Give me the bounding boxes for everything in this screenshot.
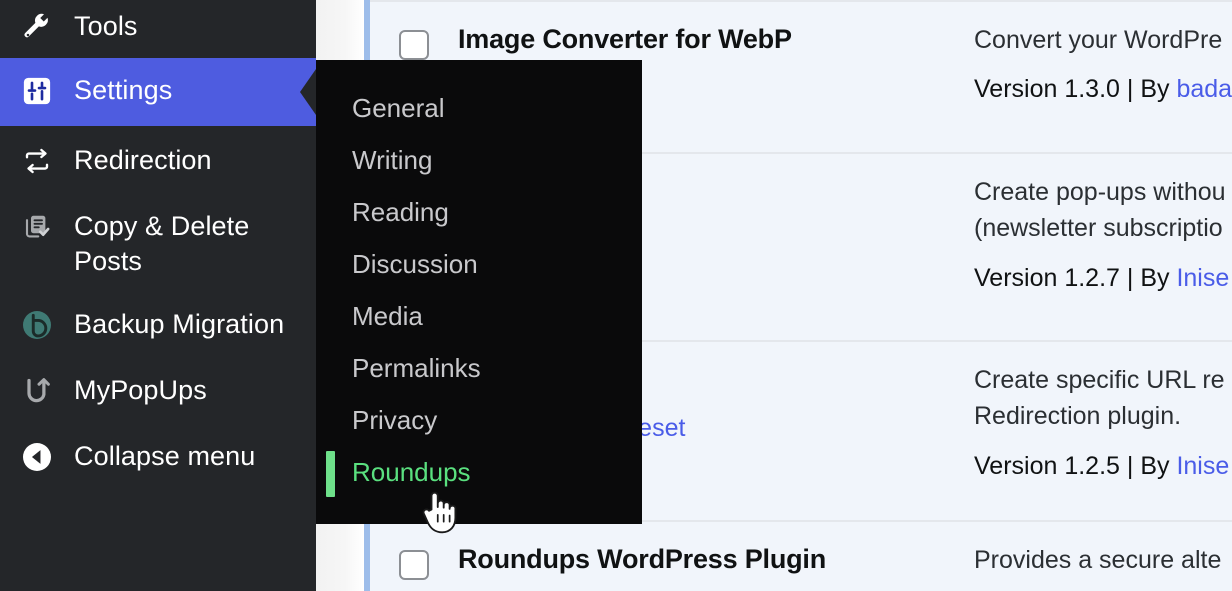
sidebar-item-redirection[interactable]: Redirection xyxy=(0,126,316,194)
plugin-version: Version 1.3.0 | By xyxy=(974,75,1177,104)
sidebar-item-label: Collapse menu xyxy=(74,441,256,472)
backup-b-logo-icon xyxy=(18,306,56,344)
plugin-description: Create specific URL re xyxy=(974,366,1225,394)
submenu-item-label: Roundups xyxy=(352,457,471,487)
plugin-description-cell: Create specific URL re Redirection plugi… xyxy=(974,362,1232,484)
plugin-author-link[interactable]: bada xyxy=(1176,75,1232,103)
plugin-title: Roundups WordPress Plugin xyxy=(458,544,827,574)
sidebar-item-tools[interactable]: Tools xyxy=(0,0,316,58)
sidebar-item-label: Backup Migration xyxy=(74,309,285,340)
plugin-description: Provides a secure alte xyxy=(974,546,1222,574)
wrench-icon xyxy=(18,8,56,46)
plugin-author-link[interactable]: Inise xyxy=(1176,264,1229,292)
u-arrow-icon xyxy=(18,372,56,410)
sidebar-item-backup-migration[interactable]: Backup Migration xyxy=(0,292,316,358)
copy-documents-check-icon xyxy=(18,208,56,246)
submenu-item-writing[interactable]: Writing xyxy=(316,134,642,186)
sidebar-item-copy-delete-posts[interactable]: Copy & Delete Posts xyxy=(0,194,316,292)
plugin-author-link[interactable]: Inise xyxy=(1176,452,1229,480)
plugin-description-cell: Provides a secure alte xyxy=(974,542,1232,578)
sidebar-item-mypopups[interactable]: MyPopUps xyxy=(0,358,316,424)
submenu-item-permalinks[interactable]: Permalinks xyxy=(316,342,642,394)
plugin-description-cell: Convert your WordPre Version 1.3.0 | By … xyxy=(974,22,1232,107)
row-checkbox-cell xyxy=(370,22,458,60)
plugin-description: Create pop-ups withou xyxy=(974,178,1226,206)
sidebar-item-label: Copy & Delete Posts xyxy=(74,211,250,276)
settings-sliders-icon xyxy=(18,72,56,110)
row-select-checkbox[interactable] xyxy=(399,550,429,580)
submenu-item-privacy[interactable]: Privacy xyxy=(316,394,642,446)
sidebar-item-settings[interactable]: Settings xyxy=(0,58,316,126)
submenu-item-discussion[interactable]: Discussion xyxy=(316,238,642,290)
repeat-arrows-icon xyxy=(18,142,56,180)
plugin-title: Image Converter for WebP xyxy=(458,24,792,54)
active-submenu-marker xyxy=(326,451,335,497)
plugin-name-cell: Roundups WordPress Plugin xyxy=(458,542,974,577)
plugin-meta: Version 1.3.0 | By bada xyxy=(974,72,1232,107)
screen-root: Image Converter for WebP Convert your Wo… xyxy=(0,0,1232,591)
plugin-meta: Version 1.2.7 | By Inise xyxy=(974,261,1229,296)
sidebar-item-label: MyPopUps xyxy=(74,375,207,406)
plugin-version: Version 1.2.7 | By xyxy=(974,263,1177,292)
sidebar-item-label: Redirection xyxy=(74,145,212,175)
plugin-description: Convert your WordPre xyxy=(974,26,1223,54)
sidebar-item-collapse-menu[interactable]: Collapse menu xyxy=(0,424,316,490)
submenu-item-media[interactable]: Media xyxy=(316,290,642,342)
sidebar-item-label: Tools xyxy=(74,11,138,41)
row-checkbox-cell xyxy=(370,542,458,580)
submenu-item-roundups[interactable]: Roundups xyxy=(316,446,642,498)
row-select-checkbox[interactable] xyxy=(399,30,429,60)
plugin-meta: Version 1.2.5 | By Inise xyxy=(974,449,1229,484)
table-row[interactable]: Roundups WordPress Plugin Provides a sec… xyxy=(370,522,1232,591)
sidebar-item-label: Settings xyxy=(74,75,173,105)
collapse-left-arrow-icon xyxy=(18,438,56,476)
submenu-item-general[interactable]: General xyxy=(316,82,642,134)
plugin-version: Version 1.2.5 | By xyxy=(974,451,1177,480)
plugin-description-line2: (newsletter subscriptio xyxy=(974,214,1223,243)
admin-sidebar: Tools Settings Redirection Copy & Delete… xyxy=(0,0,316,591)
plugin-description-line2: Redirection plugin. xyxy=(974,402,1182,431)
plugin-description-cell: Create pop-ups withou (newsletter subscr… xyxy=(974,174,1232,296)
submenu-item-reading[interactable]: Reading xyxy=(316,186,642,238)
settings-submenu: General Writing Reading Discussion Media… xyxy=(316,60,642,524)
